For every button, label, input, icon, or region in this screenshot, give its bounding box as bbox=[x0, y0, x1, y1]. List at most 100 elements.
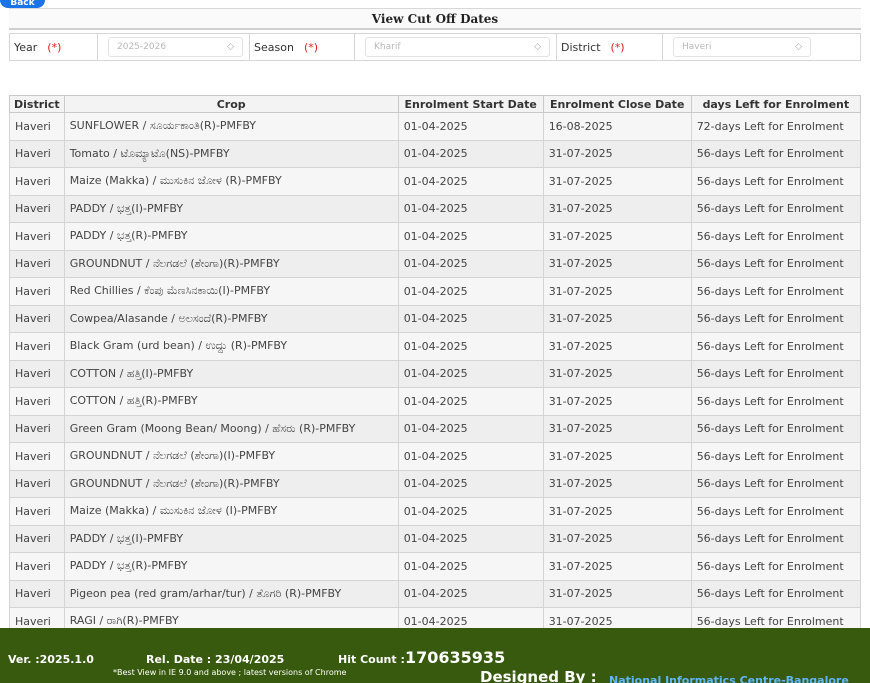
table-row: Haveri Pigeon pea (red gram/arhar/tur) / … bbox=[9, 579, 862, 608]
table-row: Haveri Green Gram (Moong Bean/ Moong) / ಹ… bbox=[9, 414, 862, 443]
footer: Ver. :2025.1.0 Rel. Date : 23/04/2025 *B… bbox=[0, 628, 870, 683]
district-cell: Haveri bbox=[9, 194, 65, 223]
table-row: Haveri PADDY / ಭತ್ತ(I)-PMFBY 01-04-2025 31-… bbox=[9, 194, 862, 223]
select-arrow-icon: ◇ bbox=[795, 42, 802, 52]
district-cell: Haveri bbox=[9, 579, 65, 608]
table-row: Haveri Maize (Makka) / ಮುಸುಕಿನ ಜೋಳ (R)-PM… bbox=[9, 167, 862, 196]
days-left-cell: 56-days Left for Enrolment bbox=[690, 469, 862, 498]
designed-by-link[interactable]: National Informatics Centre-Bangalore bbox=[609, 674, 849, 683]
season-select-cell: Kharif ◇ bbox=[355, 34, 557, 60]
crop-cell: SUNFLOWER / ಸೂರ್ಯಕಾಂತಿ(R)-PMFBY bbox=[63, 112, 399, 141]
district-select[interactable]: Haveri ◇ bbox=[673, 37, 811, 57]
close-date-cell: 31-07-2025 bbox=[542, 332, 692, 361]
district-cell: Haveri bbox=[9, 552, 65, 581]
header-days-left: days Left for Enrolment bbox=[690, 95, 862, 113]
start-date-cell: 01-04-2025 bbox=[397, 304, 544, 333]
days-left-cell: 56-days Left for Enrolment bbox=[690, 194, 862, 223]
district-cell: Haveri bbox=[9, 469, 65, 498]
start-date-cell: 01-04-2025 bbox=[397, 414, 544, 443]
close-date-cell: 31-07-2025 bbox=[542, 304, 692, 333]
cutoff-dates-table: District Crop Enrolment Start Date Enrol… bbox=[9, 95, 862, 636]
crop-cell: GROUNDNUT / ನೆಲಗಡಲೆ (ಶೇಂಗಾ)(I)-PMFBY bbox=[63, 442, 399, 471]
header-start-date: Enrolment Start Date bbox=[397, 95, 544, 113]
year-select[interactable]: 2025-2026 ◇ bbox=[108, 37, 243, 57]
table-row: Haveri PADDY / ಭತ್ತ(I)-PMFBY 01-04-2025 31-… bbox=[9, 524, 862, 553]
days-left-cell: 56-days Left for Enrolment bbox=[690, 249, 862, 278]
select-arrow-icon: ◇ bbox=[534, 42, 541, 52]
crop-cell: PADDY / ಭತ್ತ(R)-PMFBY bbox=[63, 222, 399, 251]
year-select-cell: 2025-2026 ◇ bbox=[98, 34, 250, 60]
district-required-mark: (*) bbox=[610, 40, 625, 54]
crop-cell: Red Chillies / ಕೆಂಪು ಮೆಣಸಿನಕಾಯಿ(I)-PMFBY bbox=[63, 277, 399, 306]
start-date-cell: 01-04-2025 bbox=[397, 579, 544, 608]
hit-count-label: Hit Count : bbox=[338, 653, 405, 666]
hit-count-value: 170635935 bbox=[405, 648, 506, 667]
header-district: District bbox=[9, 95, 65, 113]
district-cell: Haveri bbox=[9, 387, 65, 416]
days-left-cell: 56-days Left for Enrolment bbox=[690, 359, 862, 388]
table-row: Haveri COTTON / ಹತ್ತಿ(I)-PMFBY 01-04-2025 3… bbox=[9, 359, 862, 388]
crop-cell: Tomato / ಟೊಮ್ಯಾಟೊ(NS)-PMFBY bbox=[63, 139, 399, 168]
district-select-value: Haveri bbox=[682, 42, 712, 52]
table-row: Haveri GROUNDNUT / ನೆಲಗಡಲೆ (ಶೇಂಗಾ)(R)-PMF… bbox=[9, 249, 862, 278]
close-date-cell: 31-07-2025 bbox=[542, 552, 692, 581]
page-title: View Cut Off Dates bbox=[9, 8, 861, 30]
days-left-cell: 56-days Left for Enrolment bbox=[690, 222, 862, 251]
start-date-cell: 01-04-2025 bbox=[397, 332, 544, 361]
start-date-cell: 01-04-2025 bbox=[397, 167, 544, 196]
season-label: Season bbox=[254, 40, 294, 54]
start-date-cell: 01-04-2025 bbox=[397, 194, 544, 223]
district-cell: Haveri bbox=[9, 139, 65, 168]
district-cell: Haveri bbox=[9, 414, 65, 443]
crop-cell: Green Gram (Moong Bean/ Moong) / ಹೆಸರು (… bbox=[63, 414, 399, 443]
close-date-cell: 31-07-2025 bbox=[542, 579, 692, 608]
start-date-cell: 01-04-2025 bbox=[397, 552, 544, 581]
days-left-cell: 56-days Left for Enrolment bbox=[690, 139, 862, 168]
district-cell: Haveri bbox=[9, 249, 65, 278]
start-date-cell: 01-04-2025 bbox=[397, 442, 544, 471]
close-date-cell: 31-07-2025 bbox=[542, 359, 692, 388]
table-body: Haveri SUNFLOWER / ಸೂರ್ಯಕಾಂತಿ(R)-PMFBY 01-… bbox=[9, 112, 862, 636]
days-left-cell: 56-days Left for Enrolment bbox=[690, 167, 862, 196]
start-date-cell: 01-04-2025 bbox=[397, 469, 544, 498]
filter-bar: Year (*) 2025-2026 ◇ Season (*) Kharif ◇… bbox=[9, 33, 861, 61]
season-select[interactable]: Kharif ◇ bbox=[365, 37, 550, 57]
version-text: Ver. :2025.1.0 bbox=[8, 653, 94, 666]
days-left-cell: 56-days Left for Enrolment bbox=[690, 387, 862, 416]
start-date-cell: 01-04-2025 bbox=[397, 222, 544, 251]
district-label-cell: District (*) bbox=[557, 34, 663, 60]
close-date-cell: 31-07-2025 bbox=[542, 414, 692, 443]
district-cell: Haveri bbox=[9, 332, 65, 361]
start-date-cell: 01-04-2025 bbox=[397, 359, 544, 388]
table-row: Haveri Black Gram (urd bean) / ಉದ್ದು (R)-… bbox=[9, 332, 862, 361]
close-date-cell: 31-07-2025 bbox=[542, 249, 692, 278]
table-header-row: District Crop Enrolment Start Date Enrol… bbox=[9, 95, 862, 113]
table-row: Haveri Tomato / ಟೊಮ್ಯಾಟೊ(NS)-PMFBY 01-04-2… bbox=[9, 139, 862, 168]
season-required-mark: (*) bbox=[303, 40, 319, 54]
crop-cell: Cowpea/Alasande / ಅಲಸಂದೆ(R)-PMFBY bbox=[63, 304, 399, 333]
crop-cell: GROUNDNUT / ನೆಲಗಡಲೆ (ಶೇಂಗಾ)(R)-PMFBY bbox=[63, 469, 399, 498]
district-cell: Haveri bbox=[9, 112, 65, 141]
district-cell: Haveri bbox=[9, 304, 65, 333]
days-left-cell: 56-days Left for Enrolment bbox=[690, 552, 862, 581]
days-left-cell: 56-days Left for Enrolment bbox=[690, 414, 862, 443]
back-button[interactable]: Back bbox=[0, 0, 45, 8]
days-left-cell: 56-days Left for Enrolment bbox=[690, 579, 862, 608]
close-date-cell: 31-07-2025 bbox=[542, 222, 692, 251]
table-row: Haveri SUNFLOWER / ಸೂರ್ಯಕಾಂತಿ(R)-PMFBY 01-… bbox=[9, 112, 862, 141]
year-required-mark: (*) bbox=[47, 40, 62, 54]
close-date-cell: 31-07-2025 bbox=[542, 167, 692, 196]
table-row: Haveri GROUNDNUT / ನೆಲಗಡಲೆ (ಶೇಂಗಾ)(I)-PMF… bbox=[9, 442, 862, 471]
crop-cell: COTTON / ಹತ್ತಿ(I)-PMFBY bbox=[63, 359, 399, 388]
crop-cell: Maize (Makka) / ಮುಸುಕಿನ ಜೋಳ (I)-PMFBY bbox=[63, 497, 399, 526]
days-left-cell: 56-days Left for Enrolment bbox=[690, 304, 862, 333]
release-date: Rel. Date : 23/04/2025 bbox=[146, 653, 285, 666]
district-cell: Haveri bbox=[9, 167, 65, 196]
district-cell: Haveri bbox=[9, 277, 65, 306]
table-row: Haveri Red Chillies / ಕೆಂಪು ಮೆಣಸಿನಕಾಯಿ(I)… bbox=[9, 277, 862, 306]
start-date-cell: 01-04-2025 bbox=[397, 387, 544, 416]
crop-cell: PADDY / ಭತ್ತ(I)-PMFBY bbox=[63, 524, 399, 553]
days-left-cell: 56-days Left for Enrolment bbox=[690, 442, 862, 471]
close-date-cell: 31-07-2025 bbox=[542, 139, 692, 168]
days-left-cell: 56-days Left for Enrolment bbox=[690, 497, 862, 526]
